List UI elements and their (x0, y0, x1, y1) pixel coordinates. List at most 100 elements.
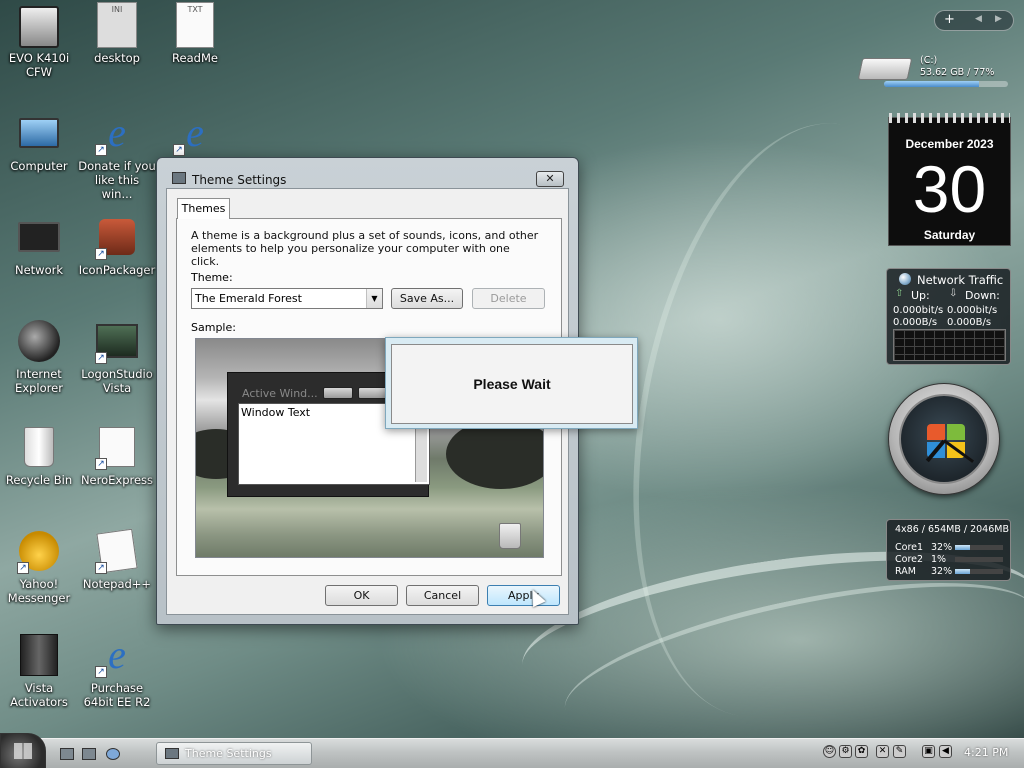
sample-window-title: Active Wind... (242, 387, 318, 400)
ok-button[interactable]: OK (325, 585, 398, 606)
shortcut-arrow-icon: ↗ (95, 248, 107, 260)
desktop-icon-purchase[interactable]: e ↗ Purchase 64bit EE R2 (78, 632, 156, 710)
sidebar-next-button[interactable]: ▶ (995, 14, 1002, 24)
desktop-icon-ie-shortcut[interactable]: e ↗ (156, 110, 234, 159)
calendar-gadget[interactable]: December 2023 30 Saturday (888, 113, 1011, 246)
cpu-row-bar (955, 569, 1003, 574)
tree-shape (446, 419, 543, 489)
cpu-meter-gadget[interactable]: 4x86 / 654MB / 2046MB Core1 32% Core2 1%… (886, 519, 1011, 581)
theme-dropdown[interactable]: The Emerald Forest ▼ (191, 288, 383, 309)
save-as-button[interactable]: Save As... (391, 288, 463, 309)
recycle-bin-icon (15, 424, 63, 470)
desktop-icon-vista-activators[interactable]: Vista Activators (0, 632, 78, 709)
txt-file-icon: TXT (176, 2, 214, 48)
calendar-weekday: Saturday (923, 228, 976, 242)
computer-icon (15, 110, 63, 156)
internet-explorer-quicklaunch-icon[interactable] (106, 748, 120, 760)
cpu-row-name: Core2 (895, 554, 924, 565)
chevron-down-icon[interactable]: ▼ (366, 289, 382, 308)
folder-icon (15, 632, 63, 678)
taskbar-button-theme-settings[interactable]: Theme Settings (156, 742, 312, 765)
network-graph (893, 329, 1006, 361)
cpu-row-value: 32% (931, 566, 953, 577)
desktop-icon-computer[interactable]: Computer (0, 110, 78, 173)
taskbar-clock[interactable]: 4:21 PM (964, 746, 1008, 759)
network-icon (15, 214, 63, 260)
maximize-icon (358, 387, 388, 399)
notepad-icon: ↗ (93, 528, 141, 574)
globe-icon (15, 318, 63, 364)
desktop-icon-label: desktop (94, 51, 140, 65)
drive-stats: 53.62 GB / 77% (920, 67, 995, 78)
desktop-icon-iconpackager[interactable]: ↗ IconPackager (78, 214, 156, 277)
clock-gadget[interactable] (888, 383, 1000, 495)
add-gadget-button[interactable]: + (944, 12, 955, 27)
desktop-icon-recycle-bin[interactable]: Recycle Bin (0, 424, 78, 487)
shortcut-arrow-icon: ↗ (95, 562, 107, 574)
sample-window-text: Window Text (241, 406, 311, 419)
shortcut-arrow-icon: ↗ (17, 562, 29, 574)
cancel-button[interactable]: Cancel (406, 585, 479, 606)
window-icon (172, 172, 186, 184)
apply-button[interactable]: Apply (487, 585, 560, 606)
tab-themes[interactable]: Themes (177, 198, 230, 219)
up-arrow-icon: ⇧ (895, 288, 904, 299)
please-wait-popup: Please Wait (385, 337, 638, 429)
delete-button[interactable]: Delete (472, 288, 545, 309)
theme-label: Theme: (191, 271, 233, 284)
desktop-icon-label: Yahoo! Messenger (7, 577, 71, 605)
cpu-row-fill (955, 569, 971, 574)
calendar-month: December 2023 (905, 137, 994, 151)
drive-label: (C:) (920, 55, 938, 66)
desktop-icon-label: NeroExpress (80, 473, 154, 487)
tray-cut-icon[interactable]: ✕ (876, 745, 889, 758)
desktop-icon-label: Network (14, 263, 64, 277)
show-desktop-icon[interactable] (60, 748, 74, 760)
up-bits: 0.000bit/s (893, 305, 944, 316)
close-button[interactable]: ✕ (536, 171, 564, 187)
yahoo-messenger-icon: ↗ (15, 528, 63, 574)
wallpaper-swoosh (552, 551, 1024, 768)
drive-meter-gadget[interactable]: (C:) 53.62 GB / 77% (857, 52, 1014, 92)
switch-windows-icon[interactable] (82, 748, 96, 760)
desktop-icon-evo[interactable]: EVO K410i CFW (0, 6, 78, 79)
shortcut-arrow-icon: ↗ (173, 144, 185, 156)
desktop-icon-notepadpp[interactable]: ↗ Notepad++ (78, 528, 156, 591)
globe-icon (899, 273, 911, 285)
desktop-icon-readme[interactable]: TXT ReadMe (156, 2, 234, 65)
tray-tools-icon[interactable]: ✎ (893, 745, 906, 758)
start-button[interactable] (0, 733, 46, 768)
desktop-icon-neroexpress[interactable]: ↗ NeroExpress (78, 424, 156, 487)
shortcut-arrow-icon: ↗ (95, 352, 107, 364)
sample-label: Sample: (191, 321, 236, 334)
tray-settings-icon[interactable]: ✿ (855, 745, 868, 758)
desktop-icon-label: Computer (10, 159, 68, 173)
minimize-icon (323, 387, 353, 399)
sidebar-controls: + ◀ ▶ (934, 10, 1014, 31)
tray-network-icon[interactable]: ⚙ (839, 745, 852, 758)
down-bytes: 0.000B/s (947, 317, 992, 328)
cpu-row-name: RAM (895, 566, 916, 577)
cpu-row-value: 32% (931, 542, 953, 553)
device-icon (19, 6, 59, 48)
down-arrow-icon: ⇩ (949, 288, 958, 299)
desktop-icon-network[interactable]: Network (0, 214, 78, 277)
tray-smiley-icon[interactable]: ☺ (823, 745, 836, 758)
tray-monitor-icon[interactable]: ▣ (922, 745, 935, 758)
network-title: Network Traffic (917, 273, 1004, 287)
dialog-titlebar[interactable]: Theme Settings ✕ (157, 158, 578, 188)
desktop-icon-yahoo-messenger[interactable]: ↗ Yahoo! Messenger (0, 528, 78, 605)
cpu-row-value: 1% (931, 554, 947, 565)
drive-usage-fill (884, 81, 980, 87)
desktop-icon-label: ReadMe (172, 51, 218, 65)
desktop-icon-logonstudio[interactable]: ↗ LogonStudio Vista (78, 318, 156, 395)
down-label: Down: (965, 289, 1000, 302)
desktop-icon-internet-explorer[interactable]: Internet Explorer (0, 318, 78, 395)
sidebar-prev-button[interactable]: ◀ (975, 14, 982, 24)
cpu-header: 4x86 / 654MB / 2046MB (895, 524, 1009, 535)
desktop-icon-donate[interactable]: e ↗ Donate if you like this win... (78, 110, 156, 202)
network-traffic-gadget[interactable]: Network Traffic ⇧ Up: ⇩ Down: 0.000bit/s… (886, 268, 1011, 365)
desktop-icon-desktop-ini[interactable]: INI desktop (78, 2, 156, 65)
down-bits: 0.000bit/s (947, 305, 998, 316)
tray-volume-icon[interactable]: ◀ (939, 745, 952, 758)
